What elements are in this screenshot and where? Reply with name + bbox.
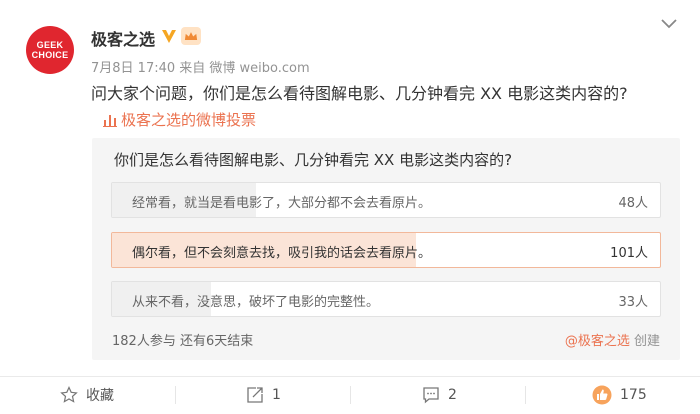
comment-button[interactable]: 2 — [422, 376, 457, 414]
action-bar: 收藏 1 2 175 — [0, 376, 700, 414]
like-count: 175 — [620, 387, 647, 403]
poll-card: 你们是怎么看待图解电影、几分钟看完 XX 电影这类内容的? 经常看，就当是看电影… — [92, 138, 680, 360]
poll-creator-suffix: 创建 — [629, 334, 660, 349]
v-badge-icon[interactable] — [160, 27, 178, 45]
poll-creator: @极客之选 创建 — [565, 330, 660, 349]
poll-option-count: 48人 — [618, 196, 648, 211]
repost-count: 1 — [272, 387, 281, 403]
poll-option[interactable]: 偶尔看，但不会刻意去找，吸引我的话会去看原片。 101人 — [111, 232, 661, 268]
chevron-down-icon[interactable] — [660, 18, 678, 30]
poll-option-label: 从来不看，没意思，破坏了电影的完整性。 — [132, 295, 380, 310]
author-name[interactable]: 极客之选 — [91, 26, 155, 50]
like-button[interactable]: 175 — [592, 376, 647, 414]
poll-option[interactable]: 从来不看，没意思，破坏了电影的完整性。 33人 — [111, 281, 661, 317]
poll-creator-link[interactable]: @极客之选 — [565, 334, 630, 349]
poll-question: 你们是怎么看待图解电影、几分钟看完 XX 电影这类内容的? — [114, 151, 513, 169]
poll-icon — [103, 114, 117, 127]
poll-option-label: 偶尔看，但不会刻意去找，吸引我的话会去看原片。 — [132, 246, 432, 261]
star-icon — [60, 386, 78, 403]
action-separator — [525, 386, 526, 404]
action-separator — [175, 386, 176, 404]
repost-button[interactable]: 1 — [246, 376, 281, 414]
post-text: 问大家个问题，你们是怎么看待图解电影、几分钟看完 XX 电影这类内容的? — [91, 84, 628, 103]
avatar-text-choice: CHOICE — [31, 50, 69, 60]
comment-count: 2 — [448, 387, 457, 403]
poll-option-label: 经常看，就当是看电影了，大部分都不会去看原片。 — [132, 196, 432, 211]
vote-link-label: 极客之选的微博投票 — [121, 111, 257, 129]
comment-icon — [423, 387, 439, 404]
favorite-button[interactable]: 收藏 — [60, 376, 114, 414]
author-avatar[interactable]: GEEK CHOICE — [26, 26, 74, 74]
action-separator — [350, 386, 351, 404]
repost-icon — [247, 387, 263, 403]
author-badges — [160, 27, 201, 45]
vote-link[interactable]: 极客之选的微博投票 — [103, 109, 256, 130]
poll-option-count: 101人 — [610, 246, 648, 261]
poll-option-count: 33人 — [618, 295, 648, 310]
poll-option[interactable]: 经常看，就当是看电影了，大部分都不会去看原片。 48人 — [111, 182, 661, 218]
favorite-label: 收藏 — [86, 388, 114, 404]
post-meta: 7月8日 17:40 来自 微博 weibo.com — [91, 61, 310, 76]
poll-participants: 182人参与 还有6天结束 — [112, 334, 254, 349]
crown-icon[interactable] — [181, 27, 201, 45]
avatar-text-geek: GEEK — [36, 40, 64, 50]
like-icon — [592, 385, 612, 405]
